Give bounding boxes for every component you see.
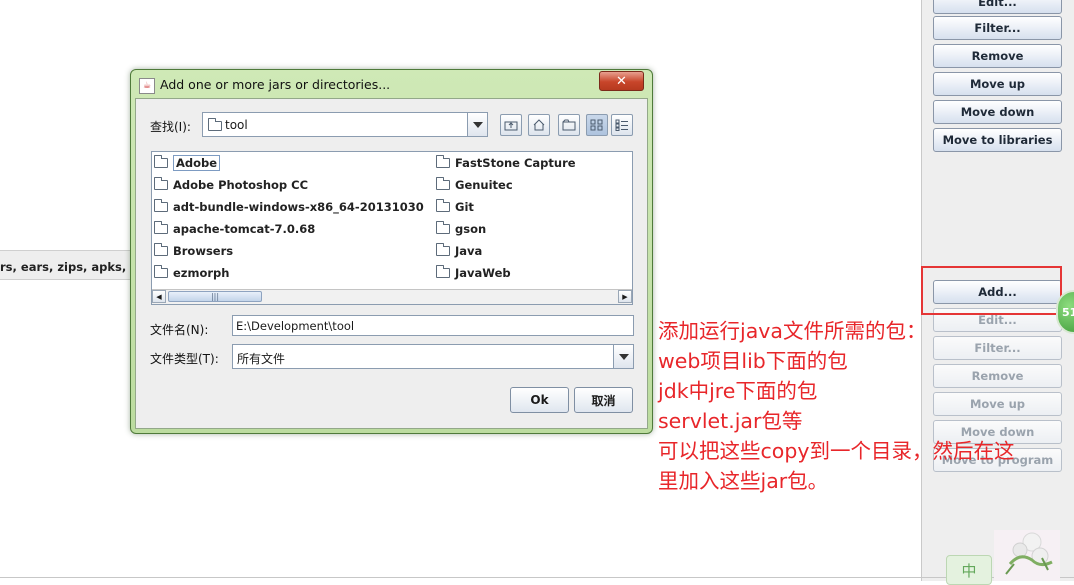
look-in-value: tool (225, 118, 248, 132)
edit-button-top[interactable]: Edit... (933, 0, 1062, 14)
scroll-left-icon[interactable]: ◀ (152, 290, 166, 303)
list-item[interactable]: ezmorph (154, 264, 229, 282)
folder-icon (154, 155, 168, 168)
list-item[interactable]: gson (436, 220, 486, 238)
list-item[interactable]: Genuitec (436, 176, 513, 194)
folder-icon (154, 243, 168, 256)
move-to-libraries-button[interactable]: Move to libraries (933, 128, 1062, 152)
cancel-button[interactable]: 取消 (574, 387, 633, 413)
annotation-line: 添加运行java文件所需的包： (658, 319, 927, 343)
folder-icon (436, 221, 450, 234)
dialog-title: Add one or more jars or directories... (160, 77, 391, 92)
folder-icon (436, 243, 450, 256)
folder-icon (436, 265, 450, 278)
list-item[interactable]: Java (436, 242, 482, 260)
folder-icon (154, 265, 168, 278)
move-down-button-top[interactable]: Move down (933, 100, 1062, 124)
ok-button[interactable]: Ok (510, 387, 569, 413)
folder-icon (436, 199, 450, 212)
list-item[interactable]: Adobe (154, 154, 221, 172)
bottom-divider (0, 577, 1074, 578)
details-view-icon[interactable] (611, 114, 633, 136)
folder-icon (436, 155, 450, 168)
folder-icon (154, 221, 168, 234)
annotation-line: web项目lib下面的包 (658, 349, 848, 373)
class-path-header: rs, ears, zips, apks, and (0, 250, 154, 280)
list-item[interactable]: adt-bundle-windows-x86_64-20131030 (154, 198, 424, 216)
list-item[interactable]: FastStone Capture (436, 154, 576, 172)
dialog-body: 查找(I): tool Adobe Adobe Photoshop CC adt… (135, 98, 648, 429)
annotation-line: servlet.jar包等 (658, 409, 803, 433)
folder-icon (208, 118, 222, 131)
file-list[interactable]: Adobe Adobe Photoshop CC adt-bundle-wind… (151, 151, 633, 305)
filetype-combo[interactable]: 所有文件 (232, 344, 634, 369)
horizontal-scrollbar[interactable]: ◀ ||| ▶ (152, 289, 632, 304)
filename-label: 文件名(N): (150, 323, 209, 337)
look-in-label: 查找(I): (150, 120, 191, 134)
scroll-right-icon[interactable]: ▶ (618, 290, 632, 303)
filetype-label: 文件类型(T): (150, 352, 219, 366)
file-chooser-dialog: ☕ Add one or more jars or directories...… (130, 69, 653, 434)
close-button[interactable]: ✕ (599, 71, 644, 91)
move-up-button-top[interactable]: Move up (933, 72, 1062, 96)
list-view-icon[interactable] (586, 114, 608, 136)
folder-icon (154, 177, 168, 190)
dialog-titlebar[interactable]: ☕ Add one or more jars or directories...… (131, 70, 652, 98)
list-item[interactable]: JavaWeb (436, 264, 511, 282)
new-folder-icon[interactable] (558, 114, 580, 136)
folder-icon (436, 177, 450, 190)
look-in-combo[interactable]: tool (202, 112, 488, 137)
folder-icon (154, 199, 168, 212)
list-item[interactable]: Git (436, 198, 474, 216)
scroll-thumb[interactable]: ||| (168, 291, 262, 302)
home-icon[interactable] (528, 114, 550, 136)
filter-button-top[interactable]: Filter... (933, 16, 1062, 40)
remove-button-top[interactable]: Remove (933, 44, 1062, 68)
filetype-value: 所有文件 (237, 352, 286, 366)
annotation-text: 添加运行java文件所需的包： web项目lib下面的包 jdk中jre下面的包… (658, 316, 1074, 496)
annotation-line: jdk中jre下面的包 (658, 379, 818, 403)
list-item[interactable]: Adobe Photoshop CC (154, 176, 308, 194)
list-item[interactable]: Browsers (154, 242, 233, 260)
annotation-line: 里加入这些jar包。 (658, 469, 829, 493)
highlight-box (921, 266, 1062, 315)
decorative-corner: 中 (940, 524, 1066, 585)
java-icon: ☕ (139, 78, 155, 94)
annotation-line: 可以把这些copy到一个目录，然后在这 (658, 439, 1015, 463)
chevron-down-icon[interactable] (613, 345, 633, 368)
up-folder-icon[interactable] (500, 114, 522, 136)
filename-field[interactable]: E:\Development\tool (232, 315, 634, 336)
list-item[interactable]: apache-tomcat-7.0.68 (154, 220, 315, 238)
chevron-down-icon[interactable] (467, 113, 487, 136)
